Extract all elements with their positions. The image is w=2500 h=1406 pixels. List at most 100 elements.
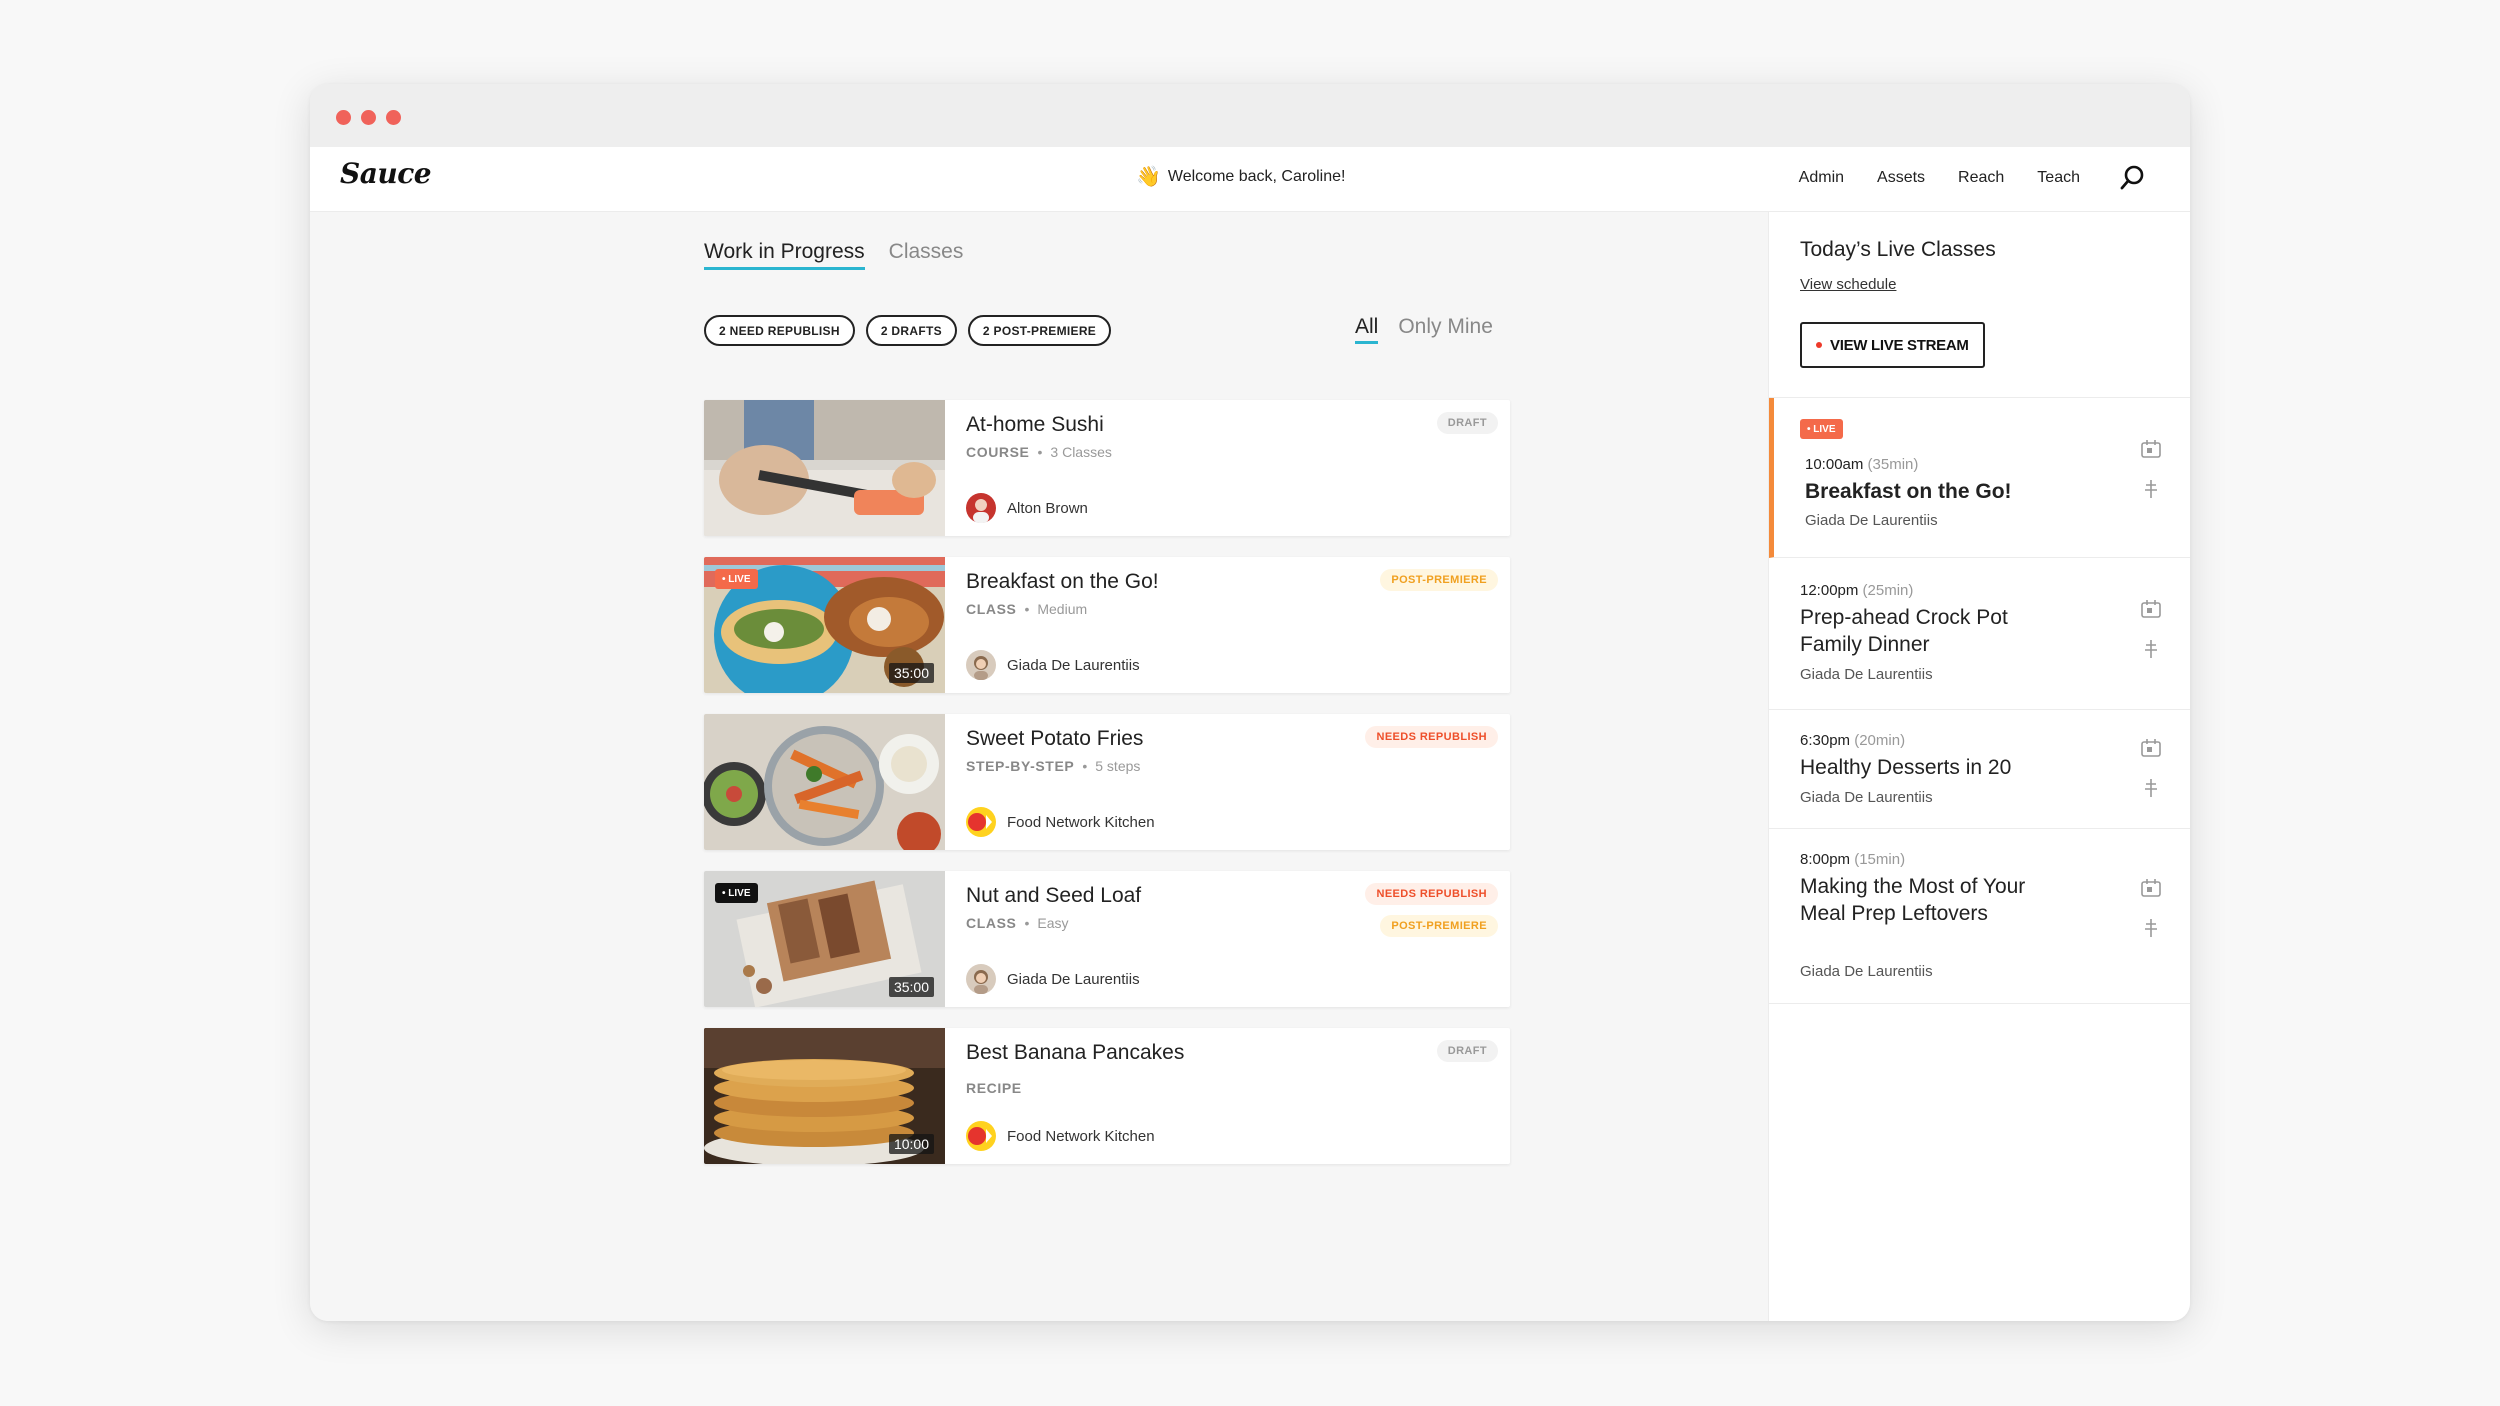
content-list: At-home Sushi COURSE • 3 Classes Alton B… — [704, 400, 1510, 1185]
author-name: Giada De Laurentiis — [1007, 970, 1140, 988]
nav-link-assets[interactable]: Assets — [1877, 169, 1925, 187]
card-title[interactable]: Best Banana Pancakes — [966, 1041, 1184, 1065]
schedule-slot[interactable]: 12:00pm (25min) Prep-ahead Crock Pot Fam… — [1769, 558, 2190, 710]
avatar — [966, 493, 996, 523]
nav-link-teach[interactable]: Teach — [2037, 169, 2080, 187]
content-card-sweet-potato[interactable]: Sweet Potato Fries STEP-BY-STEP • 5 step… — [704, 714, 1510, 850]
filter-drafts[interactable]: 2 DRAFTS — [865, 315, 957, 346]
live-classes-sidebar: Today’s Live Classes View schedule VIEW … — [1768, 212, 2190, 1321]
author-name: Alton Brown — [1007, 499, 1088, 517]
schedule-list: • LIVE 10:00am (35min) Breakfast on the … — [1769, 398, 2190, 1004]
duration-label: 35:00 — [888, 663, 934, 683]
meta-separator: • — [1024, 601, 1030, 617]
duration-label: 35:00 — [888, 977, 934, 997]
sidebar-title: Today’s Live Classes — [1800, 238, 1996, 261]
card-title[interactable]: Breakfast on the Go! — [966, 570, 1159, 594]
card-thumbnail: 10:00 — [704, 1028, 945, 1164]
nav-link-reach[interactable]: Reach — [1958, 169, 2004, 187]
calendar-video-icon[interactable] — [2140, 598, 2162, 620]
content-card-nut-loaf[interactable]: • LIVE 35:00 Nut and Seed Loaf CLASS • E… — [704, 871, 1510, 1007]
maximize-window-button[interactable] — [386, 110, 401, 125]
card-author: Food Network Kitchen — [966, 1121, 1155, 1151]
schedule-slot[interactable]: 6:30pm (20min) Healthy Desserts in 20 Gi… — [1769, 710, 2190, 829]
view-live-stream-button[interactable]: VIEW LIVE STREAM — [1800, 322, 1985, 368]
button-label: VIEW LIVE STREAM — [1830, 336, 1969, 354]
card-meta: STEP-BY-STEP • 5 steps — [966, 758, 1140, 774]
meta-separator: • — [1037, 444, 1043, 460]
tab-classes[interactable]: Classes — [889, 240, 964, 270]
card-type: RECIPE — [966, 1080, 1022, 1096]
view-schedule-link[interactable]: View schedule — [1800, 276, 1896, 293]
filter-pills: 2 NEED REPUBLISH 2 DRAFTS 2 POST-PREMIER… — [704, 315, 1112, 346]
live-dot-icon — [1816, 342, 1822, 348]
time-text: 6:30pm — [1800, 732, 1851, 749]
status-badge: POST-PREMIERE — [1380, 915, 1498, 937]
calendar-video-icon[interactable] — [2140, 737, 2162, 759]
schedule-slot[interactable]: 8:00pm (15min) Making the Most of Your M… — [1769, 829, 2190, 1004]
calendar-video-icon[interactable] — [2140, 438, 2162, 460]
pin-icon[interactable] — [2140, 478, 2162, 500]
card-thumbnail — [704, 714, 945, 850]
pin-icon[interactable] — [2140, 917, 2162, 939]
scope-all[interactable]: All — [1355, 315, 1379, 344]
card-author: Giada De Laurentiis — [966, 650, 1140, 680]
status-badge: DRAFT — [1436, 412, 1498, 434]
calendar-video-icon[interactable] — [2140, 877, 2162, 899]
card-title[interactable]: Nut and Seed Loaf — [966, 884, 1141, 908]
minimize-window-button[interactable] — [361, 110, 376, 125]
scope-toggle: All Only Mine — [1355, 315, 1768, 344]
slot-time: 6:30pm (20min) — [1800, 732, 1905, 749]
card-type: STEP-BY-STEP — [966, 758, 1075, 774]
slot-title: Making the Most of Your Meal Prep Leftov… — [1800, 875, 2026, 925]
duration-text: (35min) — [1867, 456, 1919, 473]
food-network-logo-icon — [966, 807, 996, 837]
slot-time: 10:00am (35min) — [1805, 456, 1918, 473]
filter-need-republish[interactable]: 2 NEED REPUBLISH — [704, 315, 855, 346]
nav-links: Admin Assets Reach Teach — [1799, 169, 2080, 187]
card-detail: Easy — [1037, 915, 1069, 931]
live-tag: • LIVE — [715, 883, 758, 903]
avatar — [966, 650, 996, 680]
schedule-slot[interactable]: • LIVE 10:00am (35min) Breakfast on the … — [1769, 398, 2190, 558]
card-meta: RECIPE — [966, 1080, 1022, 1096]
slot-host: Giada De Laurentiis — [1800, 666, 1933, 683]
food-network-logo-icon — [966, 1121, 996, 1151]
card-type: COURSE — [966, 444, 1030, 460]
live-badge: • LIVE — [1800, 419, 1843, 439]
author-name: Food Network Kitchen — [1007, 813, 1155, 831]
slot-host: Giada De Laurentiis — [1800, 963, 1933, 980]
time-text: 10:00am — [1805, 456, 1864, 473]
logo[interactable]: Sauce — [340, 157, 432, 190]
avatar — [966, 964, 996, 994]
content-card-pancakes[interactable]: 10:00 Best Banana Pancakes RECIPE Food N… — [704, 1028, 1510, 1164]
card-meta: CLASS • Medium — [966, 601, 1087, 617]
slot-time: 12:00pm (25min) — [1800, 582, 1913, 599]
card-title[interactable]: Sweet Potato Fries — [966, 727, 1143, 751]
close-window-button[interactable] — [336, 110, 351, 125]
search-icon[interactable] — [2118, 163, 2148, 193]
duration-text: (15min) — [1854, 851, 1906, 868]
status-badge: DRAFT — [1436, 1040, 1498, 1062]
status-badge: POST-PREMIERE — [1380, 569, 1498, 591]
card-meta: COURSE • 3 Classes — [966, 444, 1112, 460]
slot-title: Prep-ahead Crock Pot Family Dinner — [1800, 606, 2008, 656]
meta-separator: • — [1024, 915, 1030, 931]
author-name: Giada De Laurentiis — [1007, 656, 1140, 674]
card-title[interactable]: At-home Sushi — [966, 413, 1104, 437]
tab-work-in-progress[interactable]: Work in Progress — [704, 240, 865, 270]
card-type: CLASS — [966, 915, 1017, 931]
slot-time: 8:00pm (15min) — [1800, 851, 1905, 868]
content-card-sushi[interactable]: At-home Sushi COURSE • 3 Classes Alton B… — [704, 400, 1510, 536]
pin-icon[interactable] — [2140, 777, 2162, 799]
meta-separator: • — [1082, 758, 1088, 774]
sidebar-header: Today’s Live Classes View schedule VIEW … — [1769, 212, 2190, 398]
time-text: 12:00pm — [1800, 582, 1859, 599]
scope-only-mine[interactable]: Only Mine — [1398, 315, 1493, 344]
pin-icon[interactable] — [2140, 638, 2162, 660]
top-nav: Sauce 👋 Welcome back, Caroline! Admin As… — [310, 147, 2190, 212]
filter-post-premiere[interactable]: 2 POST-PREMIERE — [967, 315, 1112, 346]
content-card-breakfast[interactable]: • LIVE 35:00 Breakfast on the Go! CLASS … — [704, 557, 1510, 693]
status-badge: NEEDS REPUBLISH — [1365, 726, 1498, 748]
nav-link-admin[interactable]: Admin — [1799, 169, 1844, 187]
duration-text: (25min) — [1862, 582, 1914, 599]
